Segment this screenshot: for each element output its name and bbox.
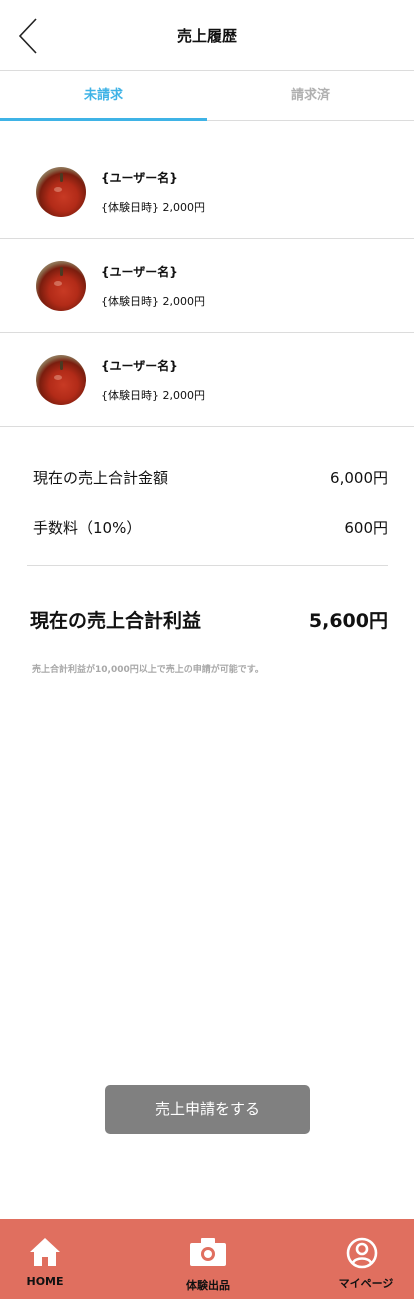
sale-detail: {体験日時} 2,000円: [101, 389, 205, 402]
avatar: [36, 167, 86, 217]
sales-list: {ユーザー名} {体験日時} 2,000円 {ユーザー名} {体験日時} 2,0…: [0, 145, 414, 427]
fee-label: 手数料（10%）: [33, 519, 142, 537]
bottom-nav: HOME 体験出品 マイページ: [0, 1219, 414, 1299]
avatar: [36, 355, 86, 405]
user-name: {ユーザー名}: [101, 171, 178, 185]
tab-bar: 未請求 請求済: [0, 71, 414, 121]
tab-billed[interactable]: 請求済: [207, 71, 414, 120]
fee-value: 600円: [344, 519, 388, 537]
profit-label: 現在の売上合計利益: [30, 610, 202, 632]
profit-note: 売上合計利益が10,000円以上で売上の申請が可能です。: [32, 665, 264, 675]
nav-home[interactable]: HOME: [15, 1219, 75, 1299]
user-icon: [346, 1237, 378, 1273]
sale-detail: {体験日時} 2,000円: [101, 201, 205, 214]
nav-experience-label: 体験出品: [186, 1279, 230, 1292]
camera-icon: [189, 1237, 227, 1271]
total-amount-row: 現在の売上合計金額 6,000円: [0, 467, 414, 487]
divider: [27, 565, 388, 566]
apply-sales-button[interactable]: 売上申請をする: [105, 1085, 310, 1134]
nav-mypage-label: マイページ: [338, 1277, 394, 1290]
user-name: {ユーザー名}: [101, 265, 178, 279]
profit-value: 5,600円: [308, 610, 388, 632]
list-item[interactable]: {ユーザー名} {体験日時} 2,000円: [0, 145, 414, 239]
total-amount-label: 現在の売上合計金額: [33, 469, 169, 487]
sales-summary: 現在の売上合計金額 6,000円 手数料（10%） 600円: [0, 455, 414, 537]
home-icon: [29, 1237, 61, 1271]
nav-home-label: HOME: [26, 1275, 64, 1288]
avatar: [36, 261, 86, 311]
sale-detail: {体験日時} 2,000円: [101, 295, 205, 308]
user-name: {ユーザー名}: [101, 359, 178, 373]
list-item[interactable]: {ユーザー名} {体験日時} 2,000円: [0, 239, 414, 333]
page-title: 売上履歴: [176, 27, 237, 45]
nav-mypage[interactable]: マイページ: [330, 1219, 402, 1299]
fee-row: 手数料（10%） 600円: [0, 517, 414, 537]
nav-experience-post[interactable]: 体験出品: [168, 1219, 248, 1299]
tab-unbilled[interactable]: 未請求: [0, 71, 207, 121]
app-header: 売上履歴: [0, 0, 414, 71]
profit-row: 現在の売上合計利益 5,600円: [0, 606, 414, 632]
list-item[interactable]: {ユーザー名} {体験日時} 2,000円: [0, 333, 414, 427]
total-amount-value: 6,000円: [330, 469, 388, 487]
